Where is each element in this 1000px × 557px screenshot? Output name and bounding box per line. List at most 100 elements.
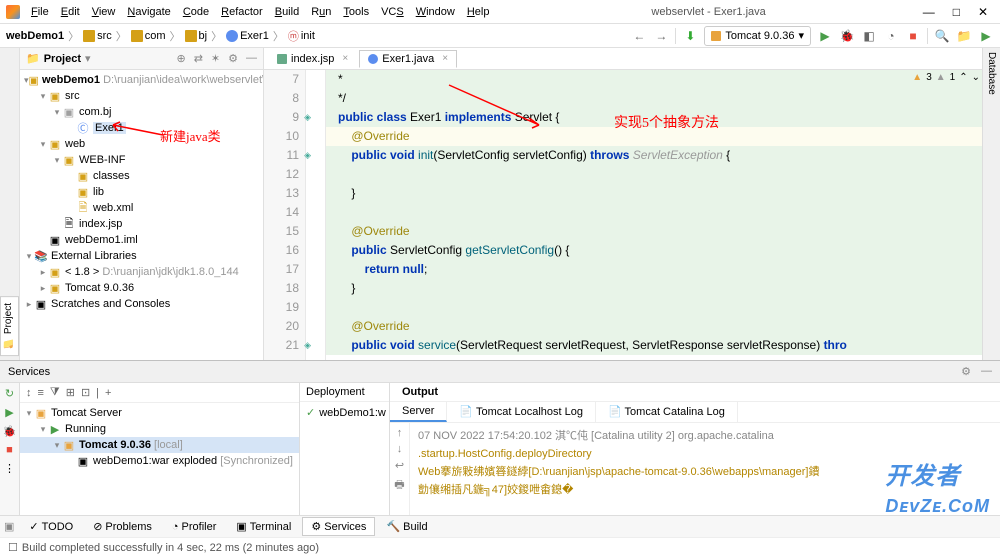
tree-indexjsp[interactable]: 🗎index.jsp xyxy=(20,216,263,232)
bottom-tab-todo[interactable]: ✓ TODO xyxy=(20,517,82,536)
update-icon[interactable]: ▶ xyxy=(978,28,994,44)
editor-tabs: index.jsp× Exer1.java× xyxy=(264,48,1000,70)
build-icon[interactable]: ⬇ xyxy=(682,28,698,44)
sidebar-tab-database[interactable]: Database xyxy=(986,52,997,95)
tree-jdk[interactable]: ▸▣< 1.8 > D:\ruanjian\jdk\jdk1.8.0_144 xyxy=(20,264,263,280)
tree-web[interactable]: ▾▣web xyxy=(20,136,263,152)
print-icon[interactable]: 🖶 xyxy=(394,476,404,495)
menu-vcs[interactable]: VCS xyxy=(376,4,409,20)
filter-icon[interactable]: ⧩ xyxy=(50,386,60,399)
back-icon[interactable]: ← xyxy=(631,28,647,44)
sidebar-tab-project[interactable]: 📁 Project xyxy=(0,296,19,356)
scroll-down-icon[interactable]: ↓ xyxy=(397,443,403,455)
tab-exer1java[interactable]: Exer1.java× xyxy=(359,50,457,68)
wrap-icon[interactable]: ↩ xyxy=(395,459,404,472)
settings-icon[interactable]: ⚙ xyxy=(228,52,238,65)
code-editor[interactable]: 789◈1011◈12131415161718192021◈ **/public… xyxy=(264,70,1000,360)
tree-package[interactable]: ▾▣com.bj xyxy=(20,104,263,120)
breadcrumb-com[interactable]: com xyxy=(145,30,166,42)
tree-external-libs[interactable]: ▾📚External Libraries xyxy=(20,248,263,264)
close-tab-icon[interactable]: × xyxy=(342,53,348,64)
tree-iml[interactable]: ▣webDemo1.iml xyxy=(20,232,263,248)
stop-icon[interactable]: ■ xyxy=(905,28,921,44)
maximize-icon[interactable]: □ xyxy=(953,5,960,19)
expand-icon[interactable]: ⇄ xyxy=(194,52,203,65)
menu-edit[interactable]: Edit xyxy=(56,4,85,20)
close-tab-icon[interactable]: × xyxy=(442,53,448,64)
tree-classes[interactable]: ▣classes xyxy=(20,168,263,184)
tree-module[interactable]: ▾▣webDemo1 D:\ruanjian\idea\work\webserv… xyxy=(20,72,263,88)
menu-run[interactable]: Run xyxy=(306,4,336,20)
view-icon[interactable]: ⊡ xyxy=(81,386,90,399)
tab-indexjsp[interactable]: index.jsp× xyxy=(268,50,357,68)
menu-tools[interactable]: Tools xyxy=(338,4,374,20)
collapse-icon[interactable]: ✶ xyxy=(211,52,220,65)
menu-file[interactable]: File xyxy=(26,4,54,20)
forward-icon[interactable]: → xyxy=(653,28,669,44)
svc-artifact[interactable]: ▣webDemo1:war exploded [Synchronized] xyxy=(20,453,299,469)
tree-webxml[interactable]: 🗎web.xml xyxy=(20,200,263,216)
bottom-tab-services[interactable]: ⚙ Services xyxy=(302,517,375,536)
menu-navigate[interactable]: Navigate xyxy=(122,4,175,20)
deployment-item[interactable]: ✓webDemo1:w xyxy=(300,402,389,423)
out-tab-localhost[interactable]: 📄 Tomcat Localhost Log xyxy=(447,402,596,422)
settings-icon[interactable]: 📁 xyxy=(956,28,972,44)
svc-running[interactable]: ▾▶Running xyxy=(20,421,299,437)
tree-tomcat-lib[interactable]: ▸▣Tomcat 9.0.36 xyxy=(20,280,263,296)
menu-window[interactable]: Window xyxy=(411,4,460,20)
coverage-icon[interactable]: ◧ xyxy=(861,28,877,44)
out-tab-catalina[interactable]: 📄 Tomcat Catalina Log xyxy=(596,402,738,422)
more-icon[interactable]: ⋮ xyxy=(4,462,15,475)
out-tab-server[interactable]: Server xyxy=(390,402,447,422)
menu-code[interactable]: Code xyxy=(178,4,214,20)
run-icon[interactable]: ▶ xyxy=(817,28,833,44)
bottom-tab-build[interactable]: 🔨 Build xyxy=(377,517,436,536)
project-tree[interactable]: ▾▣webDemo1 D:\ruanjian\idea\work\webserv… xyxy=(20,70,263,360)
services-tree[interactable]: ▾▣Tomcat Server ▾▶Running ▾▣Tomcat 9.0.3… xyxy=(20,403,299,471)
stop-icon[interactable]: ■ xyxy=(6,444,13,456)
tree-scratches[interactable]: ▸▣Scratches and Consoles xyxy=(20,296,263,312)
select-opened-icon[interactable]: ⊕ xyxy=(176,52,185,65)
profile-icon[interactable]: ◔ xyxy=(883,28,899,44)
breadcrumb-bj[interactable]: bj xyxy=(199,30,208,42)
rerun-icon[interactable]: ↻ xyxy=(5,387,14,400)
debug-icon[interactable]: 🐞 xyxy=(839,28,855,44)
search-icon[interactable]: 🔍 xyxy=(934,28,950,44)
tree-class-exer1[interactable]: ⒸExer1 xyxy=(20,120,263,136)
tree-webinf[interactable]: ▾▣WEB-INF xyxy=(20,152,263,168)
breadcrumb-src[interactable]: src xyxy=(97,30,112,42)
hide-icon[interactable]: — xyxy=(981,365,992,378)
debug-icon[interactable]: 🐞 xyxy=(3,425,17,438)
bottom-tab-profiler[interactable]: ◔ Profiler xyxy=(163,518,226,536)
expand-icon[interactable]: ↕ xyxy=(26,387,32,399)
menu-build[interactable]: Build xyxy=(270,4,304,20)
group-icon[interactable]: ⊞ xyxy=(66,386,75,399)
svc-tomcat-server[interactable]: ▾▣Tomcat Server xyxy=(20,405,299,421)
bottom-tab-problems[interactable]: ⊘ Problems xyxy=(84,517,161,536)
run-config-selector[interactable]: Tomcat 9.0.36 ▾ xyxy=(704,26,811,46)
breadcrumb-class[interactable]: Exer1 xyxy=(240,30,269,42)
dropdown-icon[interactable]: ▾ xyxy=(85,52,91,65)
run-icon[interactable]: ▶ xyxy=(5,406,13,419)
collapse-icon[interactable]: ≡ xyxy=(38,387,44,399)
tree-src[interactable]: ▾▣src xyxy=(20,88,263,104)
inspection-indicators[interactable]: ▲3 ▲1 ⌃⌄ xyxy=(912,72,980,83)
menu-view[interactable]: View xyxy=(87,4,121,20)
minimize-icon[interactable]: — xyxy=(923,5,935,19)
tomcat-icon xyxy=(711,31,721,41)
menu-refactor[interactable]: Refactor xyxy=(216,4,268,20)
breadcrumb-module[interactable]: webDemo1 xyxy=(6,30,64,42)
hide-icon[interactable]: — xyxy=(246,52,257,65)
breadcrumb: webDemo1〉 src〉 com〉 bj〉 Exer1〉 ⓜinit xyxy=(6,28,315,44)
breadcrumb-method[interactable]: init xyxy=(301,30,315,42)
scroll-up-icon[interactable]: ↑ xyxy=(397,427,403,439)
add-icon[interactable]: + xyxy=(105,387,111,399)
svc-tomcat-instance[interactable]: ▾▣Tomcat 9.0.36 [local] xyxy=(20,437,299,453)
close-icon[interactable]: ✕ xyxy=(978,5,988,19)
tree-lib[interactable]: ▣lib xyxy=(20,184,263,200)
settings-icon[interactable]: ⚙ xyxy=(961,365,971,378)
code-content[interactable]: **/public class Exer1 implements Servlet… xyxy=(326,70,986,360)
console-output[interactable]: 07 NOV 2022 17:54:20.102 淇℃伅 [Catalina u… xyxy=(410,423,1000,515)
menu-help[interactable]: Help xyxy=(462,4,495,20)
bottom-tab-terminal[interactable]: ▣ Terminal xyxy=(227,517,300,536)
